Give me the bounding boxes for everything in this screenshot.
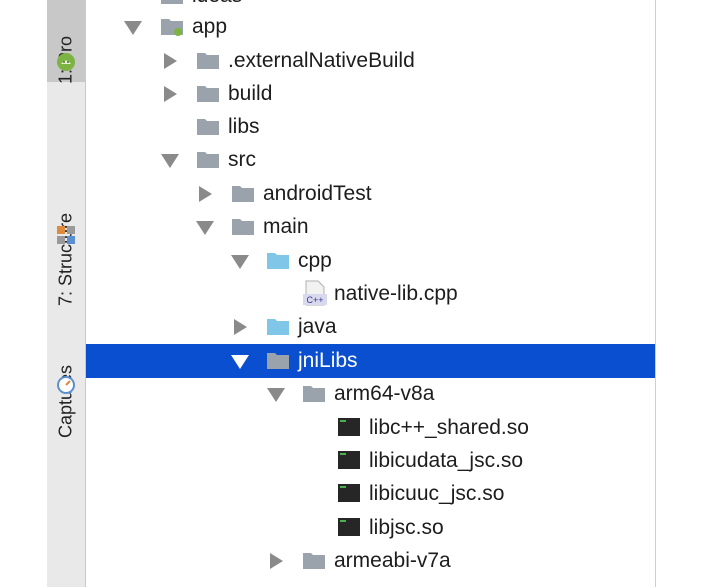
- tree-row[interactable]: armeabi-v7a: [86, 544, 655, 578]
- collapse-arrow-icon[interactable]: [161, 154, 179, 168]
- tree-row[interactable]: .externalNativeBuild: [86, 44, 655, 78]
- panel-border: [655, 0, 656, 587]
- folder-icon: [197, 119, 219, 135]
- collapse-arrow-icon[interactable]: [267, 388, 285, 402]
- cpp-file-icon: C++: [303, 280, 327, 306]
- tree-row-label: libs: [228, 115, 260, 138]
- tree-row[interactable]: src: [86, 143, 655, 177]
- expand-arrow-icon[interactable]: [164, 53, 177, 69]
- left-gutter: [0, 0, 47, 587]
- folder-icon: [303, 553, 325, 569]
- collapse-arrow-icon[interactable]: [196, 221, 214, 235]
- tree-row-label: cpp: [298, 249, 332, 272]
- tree-row[interactable]: libc++_shared.so: [86, 411, 655, 445]
- tree-row-label: src: [228, 148, 256, 171]
- tree-row-label: armeabi-v7a: [334, 549, 451, 572]
- tree-row-label: build: [228, 82, 273, 105]
- so-file-icon: [338, 484, 360, 502]
- so-file-icon: [338, 418, 360, 436]
- collapse-arrow-icon[interactable]: [231, 355, 249, 369]
- tree-row[interactable]: main: [86, 210, 655, 244]
- tree-row[interactable]: libs: [86, 110, 655, 144]
- source-folder-icon: [267, 253, 289, 269]
- expand-arrow-icon[interactable]: [199, 186, 212, 202]
- tree-row[interactable]: libicudata_jsc.so: [86, 444, 655, 478]
- tree-row[interactable]: cpp: [86, 244, 655, 278]
- folder-icon: [267, 353, 289, 369]
- tree-row-label: arm64-v8a: [334, 382, 435, 405]
- tree-row-label: java: [298, 315, 337, 338]
- tree-row-label: libicudata_jsc.so: [369, 449, 524, 472]
- tool-window-strip: 1: Pro 7: Structure Captures: [47, 0, 86, 587]
- structure-icon: [57, 226, 75, 244]
- expand-arrow-icon[interactable]: [234, 319, 247, 335]
- tree-row[interactable]: androidTest: [86, 177, 655, 211]
- project-tree: ideas app .externalNativeBuild build lib…: [86, 0, 655, 587]
- so-file-icon: [338, 518, 360, 536]
- collapse-arrow-icon[interactable]: [231, 255, 249, 269]
- folder-icon: [197, 53, 219, 69]
- source-folder-icon: [267, 319, 289, 335]
- tree-row-label: .externalNativeBuild: [228, 49, 415, 72]
- tree-row-label: libjsc.so: [369, 516, 444, 539]
- android-icon: [57, 53, 75, 71]
- tree-row[interactable]: arm64-v8a: [86, 377, 655, 411]
- tree-row[interactable]: [86, 578, 655, 587]
- folder-icon: [197, 152, 219, 168]
- tree-row[interactable]: app: [86, 10, 655, 44]
- captures-icon: [57, 376, 75, 394]
- expand-arrow-icon[interactable]: [164, 86, 177, 102]
- tree-row-selected[interactable]: jniLibs: [86, 344, 655, 378]
- folder-icon: [232, 186, 254, 202]
- so-file-icon: [338, 451, 360, 469]
- folder-icon: [161, 0, 183, 4]
- tree-row-label: libicuuc_jsc.so: [369, 482, 505, 505]
- tab-structure[interactable]: 7: Structure: [47, 105, 85, 306]
- expand-arrow-icon[interactable]: [270, 553, 283, 569]
- tree-row[interactable]: java: [86, 310, 655, 344]
- folder-icon: [197, 86, 219, 102]
- tree-row[interactable]: libicuuc_jsc.so: [86, 477, 655, 511]
- folder-icon: [232, 219, 254, 235]
- tree-row-label: androidTest: [263, 182, 372, 205]
- tree-row[interactable]: libjsc.so: [86, 511, 655, 545]
- collapse-arrow-icon[interactable]: [124, 21, 142, 35]
- tab-project[interactable]: 1: Pro: [47, 0, 85, 84]
- tree-row-label: libc++_shared.so: [369, 416, 529, 439]
- tree-row-label: native-lib.cpp: [334, 282, 458, 305]
- tab-captures[interactable]: Captures: [47, 275, 85, 438]
- tree-row-label: main: [263, 215, 309, 238]
- svg-text:C++: C++: [306, 295, 323, 305]
- tree-row-label: jniLibs: [298, 349, 358, 372]
- tree-row[interactable]: build: [86, 77, 655, 111]
- module-folder-icon: [161, 19, 183, 36]
- tree-row[interactable]: C++ native-lib.cpp: [86, 277, 655, 311]
- folder-icon: [303, 386, 325, 402]
- tree-row-label: app: [192, 15, 228, 38]
- tree-row-label: ideas: [192, 0, 242, 8]
